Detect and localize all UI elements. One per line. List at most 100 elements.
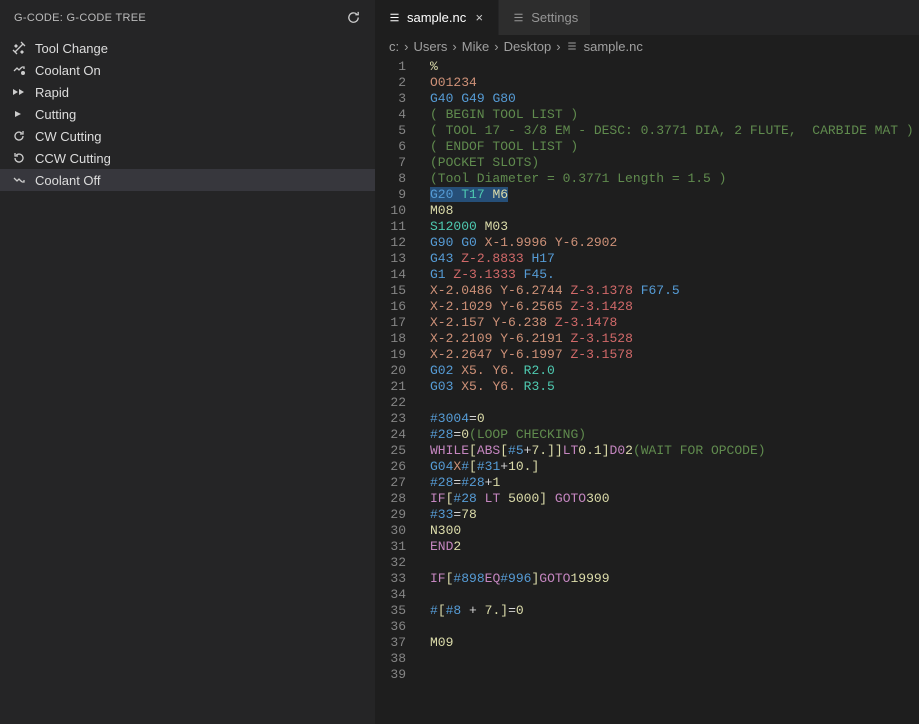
code-line[interactable]: X-2.2647 Y-6.1997 Z-3.1578 (430, 347, 919, 363)
code-line[interactable]: G20 T17 M6 (430, 187, 919, 203)
code-token: H17 (531, 251, 554, 266)
code-content[interactable]: %O01234G40 G49 G80( BEGIN TOOL LIST )( T… (420, 59, 919, 724)
code-token: #28 (453, 491, 476, 506)
code-line[interactable]: X-2.157 Y-6.238 Z-3.1478 (430, 315, 919, 331)
tab-sample-nc[interactable]: sample.nc× (375, 0, 499, 35)
code-line[interactable]: N300 (430, 523, 919, 539)
code-token: Z-3.1333 (453, 267, 515, 282)
tree-item-cw[interactable]: CW Cutting (0, 125, 375, 147)
code-line[interactable]: #33=78 (430, 507, 919, 523)
code-line[interactable]: IF[#898EQ#996]GOTO19999 (430, 571, 919, 587)
tree-item-coolant-on[interactable]: Coolant On (0, 59, 375, 81)
code-line[interactable] (430, 395, 919, 411)
code-token: G1 (430, 267, 446, 282)
code-line[interactable]: #28=0(LOOP CHECKING) (430, 427, 919, 443)
code-token: WHILE (430, 443, 469, 458)
code-line[interactable]: (POCKET SLOTS) (430, 155, 919, 171)
code-token (547, 315, 555, 330)
code-line[interactable]: G04X#[#31+10.] (430, 459, 919, 475)
code-line[interactable]: X-2.2109 Y-6.2191 Z-3.1528 (430, 331, 919, 347)
code-line[interactable]: G1 Z-3.1333 F45. (430, 267, 919, 283)
code-line[interactable] (430, 555, 919, 571)
code-line[interactable]: ( TOOL 17 - 3/8 EM - DESC: 0.3771 DIA, 2… (430, 123, 919, 139)
code-line[interactable]: % (430, 59, 919, 75)
code-token: [ (469, 443, 477, 458)
code-token: IF (430, 571, 446, 586)
list-icon (511, 11, 525, 25)
code-line[interactable] (430, 619, 919, 635)
tree-item-tool-change[interactable]: Tool Change (0, 37, 375, 59)
line-number: 1 (375, 59, 406, 75)
code-token: ] (531, 459, 539, 474)
code-token: #33 (430, 507, 453, 522)
code-line[interactable]: WHILE[ABS[#5+7.]]LT0.1]D02(WAIT FOR OPCO… (430, 443, 919, 459)
code-token: Z-3.1428 (570, 299, 632, 314)
line-number: 8 (375, 171, 406, 187)
tree-item-coolant-off[interactable]: Coolant Off (0, 169, 375, 191)
line-number: 10 (375, 203, 406, 219)
breadcrumb-segment[interactable]: c: (389, 39, 399, 54)
breadcrumb-file[interactable]: sample.nc (584, 39, 643, 54)
code-token: G0 (461, 235, 477, 250)
breadcrumb-segment[interactable]: Mike (462, 39, 489, 54)
code-line[interactable]: G40 G49 G80 (430, 91, 919, 107)
code-line[interactable]: X-2.1029 Y-6.2565 Z-3.1428 (430, 299, 919, 315)
code-line[interactable]: O01234 (430, 75, 919, 91)
code-line[interactable]: G90 G0 X-1.9996 Y-6.2902 (430, 235, 919, 251)
line-number: 11 (375, 219, 406, 235)
line-number: 31 (375, 539, 406, 555)
code-line[interactable] (430, 667, 919, 683)
sidebar: G-CODE: G-CODE TREE Tool Change Coolant O… (0, 0, 375, 724)
code-line[interactable]: M08 (430, 203, 919, 219)
breadcrumb-segment[interactable]: Users (413, 39, 447, 54)
line-number: 4 (375, 107, 406, 123)
code-token: F67.5 (641, 283, 680, 298)
tree-item-ccw[interactable]: CCW Cutting (0, 147, 375, 169)
code-token: #28 (461, 475, 484, 490)
code-line[interactable] (430, 651, 919, 667)
refresh-icon[interactable] (345, 10, 361, 26)
code-line[interactable]: S12000 M03 (430, 219, 919, 235)
line-number: 37 (375, 635, 406, 651)
code-line[interactable]: #28=#28+1 (430, 475, 919, 491)
line-number: 12 (375, 235, 406, 251)
code-area[interactable]: 1234567891011121314151617181920212223242… (375, 57, 919, 724)
code-token: R3.5 (524, 379, 555, 394)
code-line[interactable]: G43 Z-2.8833 H17 (430, 251, 919, 267)
code-line[interactable]: END2 (430, 539, 919, 555)
code-line[interactable]: M09 (430, 635, 919, 651)
line-number: 39 (375, 667, 406, 683)
code-line[interactable] (430, 587, 919, 603)
line-number: 32 (375, 555, 406, 571)
code-token (547, 491, 555, 506)
close-icon[interactable]: × (472, 10, 486, 25)
sidebar-header: G-CODE: G-CODE TREE (0, 0, 375, 35)
code-token: G20 (430, 187, 453, 202)
code-token: + (461, 603, 484, 618)
code-line[interactable]: ( BEGIN TOOL LIST ) (430, 107, 919, 123)
code-line[interactable]: #3004=0 (430, 411, 919, 427)
code-token: Y6. (492, 363, 515, 378)
code-token: % (430, 59, 438, 74)
tree-item-rapid[interactable]: Rapid (0, 81, 375, 103)
code-token: X-2.2647 (430, 347, 492, 362)
code-token: IF (430, 491, 446, 506)
code-line[interactable]: #[#8 + 7.]=0 (430, 603, 919, 619)
line-number: 5 (375, 123, 406, 139)
coolant-off-icon (11, 172, 27, 188)
line-number: 18 (375, 331, 406, 347)
code-line[interactable]: IF[#28 LT 5000] GOTO300 (430, 491, 919, 507)
code-token: Z-3.1378 (570, 283, 632, 298)
code-token: 1 (492, 475, 500, 490)
tree-item-label: Coolant On (35, 63, 101, 78)
code-line[interactable]: G02 X5. Y6. R2.0 (430, 363, 919, 379)
breadcrumb-segment[interactable]: Desktop (504, 39, 552, 54)
code-line[interactable]: (Tool Diameter = 0.3771 Length = 1.5 ) (430, 171, 919, 187)
tree-item-cutting[interactable]: Cutting (0, 103, 375, 125)
code-line[interactable]: ( ENDOF TOOL LIST ) (430, 139, 919, 155)
tab-settings[interactable]: Settings (499, 0, 591, 35)
code-line[interactable]: G03 X5. Y6. R3.5 (430, 379, 919, 395)
code-line[interactable]: X-2.0486 Y-6.2744 Z-3.1378 F67.5 (430, 283, 919, 299)
code-token: EQ (485, 571, 501, 586)
code-token: #8 (446, 603, 462, 618)
